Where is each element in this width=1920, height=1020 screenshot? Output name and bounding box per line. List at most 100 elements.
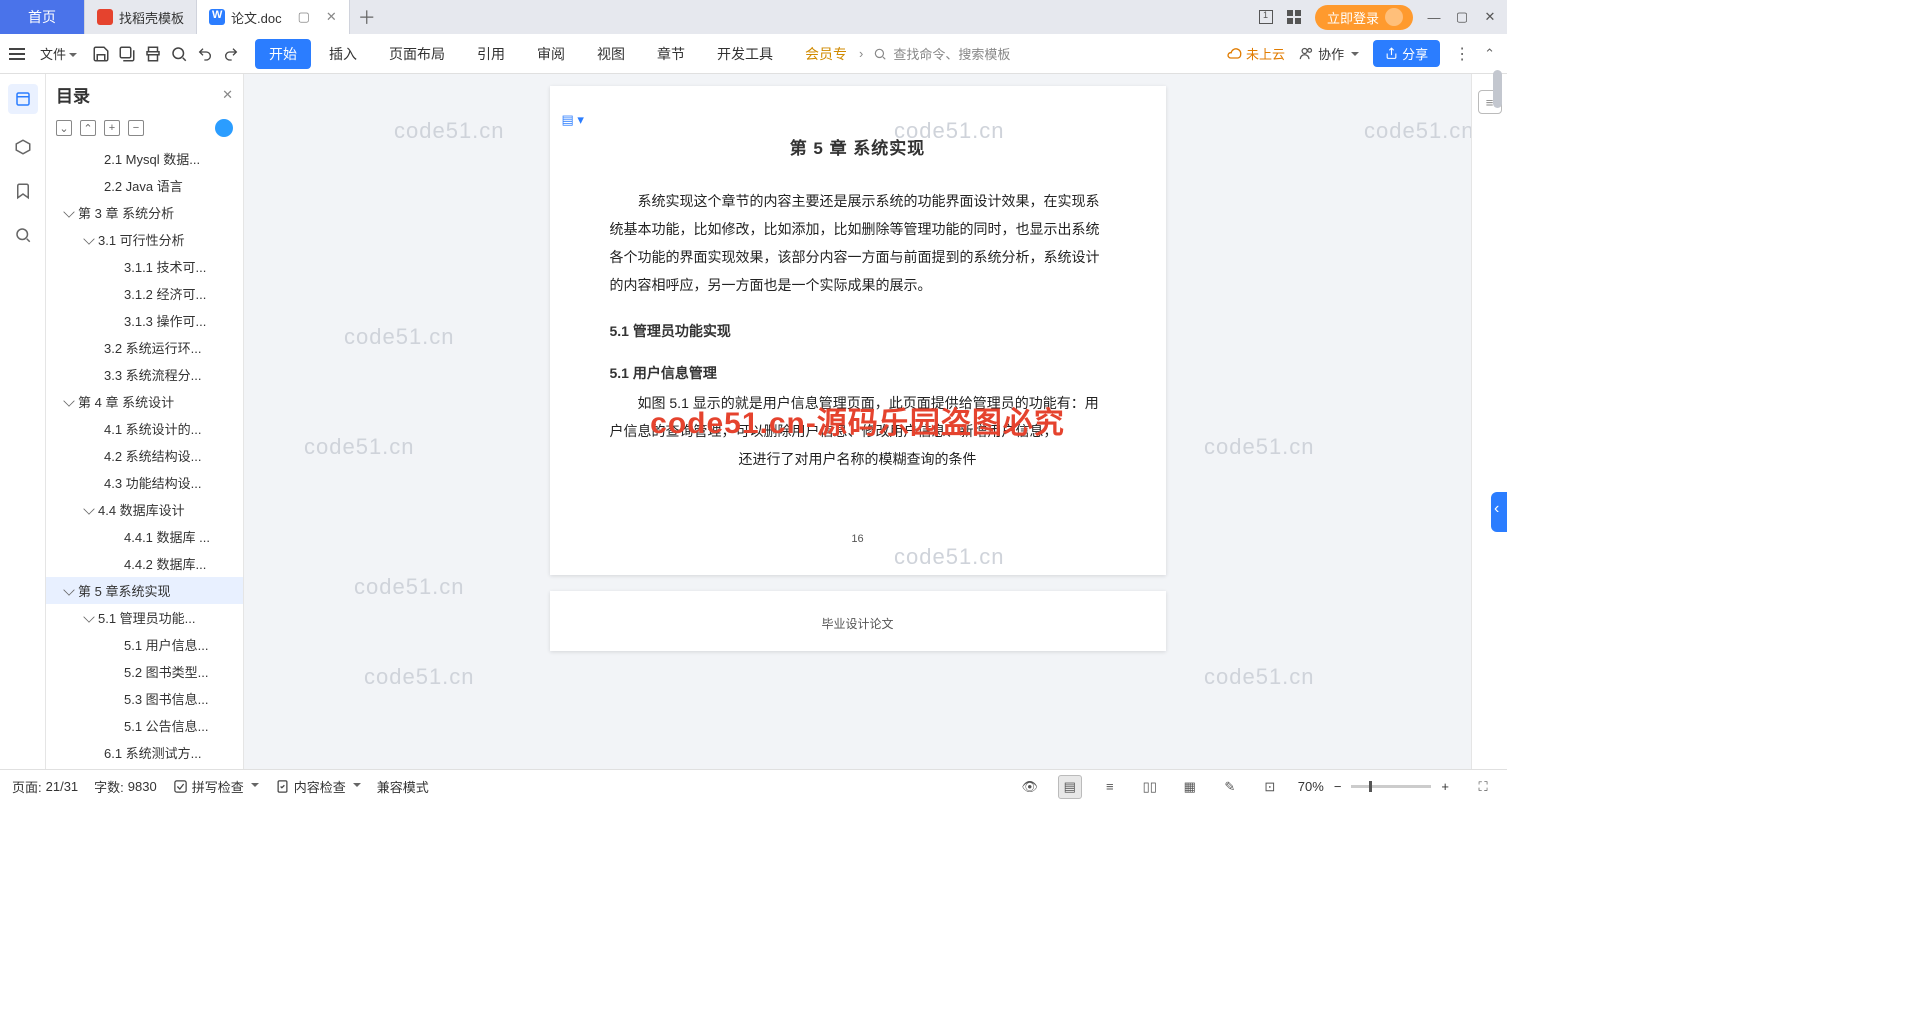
ribbon-tab-6[interactable]: 章节 <box>643 39 699 69</box>
word-count[interactable]: 字数: 9830 <box>94 777 157 796</box>
remove-level-icon[interactable]: − <box>128 120 144 136</box>
print-icon[interactable] <box>141 42 165 66</box>
presentation-mode-icon[interactable]: ▢ <box>298 9 310 25</box>
find-icon[interactable] <box>12 224 34 246</box>
save-icon[interactable] <box>89 42 113 66</box>
ribbon-tab-3[interactable]: 引用 <box>463 39 519 69</box>
side-panel-handle[interactable] <box>1491 492 1507 532</box>
outline-item[interactable]: 5.1 公告信息... <box>46 712 243 739</box>
command-search[interactable]: 查找命令、搜索模板 <box>873 44 1010 63</box>
web-view-icon[interactable]: ▦ <box>1178 775 1202 799</box>
new-tab-button[interactable]: ＋ <box>350 0 384 34</box>
print-preview-icon[interactable] <box>167 42 191 66</box>
tab-document[interactable]: 论文.doc ▢ ✕ <box>197 0 350 34</box>
outline-item[interactable]: 第 3 章 系统分析 <box>46 199 243 226</box>
chevron-down-icon[interactable] <box>63 206 74 217</box>
close-window-icon[interactable]: ✕ <box>1483 10 1497 24</box>
outline-item[interactable]: 5.3 图书信息... <box>46 685 243 712</box>
content-check-button[interactable]: 内容检查 <box>275 777 361 796</box>
file-menu[interactable]: 文件 <box>30 44 87 63</box>
focus-mode-icon[interactable]: 👁 <box>1018 775 1042 799</box>
page-indicator[interactable]: 页面: 21/31 <box>12 777 78 796</box>
chevron-down-icon[interactable] <box>83 233 94 244</box>
tab-home[interactable]: 首页 <box>0 0 85 34</box>
close-outline-icon[interactable]: ✕ <box>222 87 233 103</box>
more-icon[interactable]: ⋮ <box>1454 44 1470 64</box>
outline-item[interactable]: 3.1.1 技术可... <box>46 253 243 280</box>
minimize-icon[interactable]: — <box>1427 10 1441 24</box>
outline-item[interactable]: 4.3 功能结构设... <box>46 469 243 496</box>
redo-icon[interactable] <box>219 42 243 66</box>
ribbon-tab-5[interactable]: 视图 <box>583 39 639 69</box>
cloud-sync-button[interactable]: 未上云 <box>1226 44 1285 63</box>
outline-item-label: 5.1 公告信息... <box>124 719 209 734</box>
chevron-down-icon[interactable] <box>83 611 94 622</box>
tab-templates[interactable]: 找稻壳模板 <box>85 0 197 34</box>
outline-item[interactable]: 3.1.2 经济可... <box>46 280 243 307</box>
scrollbar-thumb[interactable] <box>1493 70 1502 108</box>
outline-item[interactable]: 6.1 系统测试方... <box>46 739 243 766</box>
chapter-title: 第 5 章 系统实现 <box>610 134 1106 159</box>
comment-icon[interactable]: ✎ <box>1218 775 1242 799</box>
outline-item[interactable]: 3.3 系统流程分... <box>46 361 243 388</box>
outline-item[interactable]: 2.2 Java 语言 <box>46 172 243 199</box>
add-level-icon[interactable]: + <box>104 120 120 136</box>
fullscreen-icon[interactable]: ⛶ <box>1471 775 1495 799</box>
outline-view-icon[interactable]: ≡ <box>1098 775 1122 799</box>
outline-panel: 目录 ✕ ⌄ ⌃ + − 2.1 Mysql 数据...2.2 Java 语言第… <box>46 74 244 769</box>
outline-item[interactable]: 5.1 管理员功能... <box>46 604 243 631</box>
save-as-icon[interactable] <box>115 42 139 66</box>
outline-item[interactable]: 第 5 章系统实现 <box>46 577 243 604</box>
chevron-down-icon[interactable] <box>63 395 74 406</box>
outline-item-label: 3.1.2 经济可... <box>124 287 206 302</box>
outline-item[interactable]: 5.1 用户信息... <box>46 631 243 658</box>
paragraph: 系统实现这个章节的内容主要还是展示系统的功能界面设计效果，在实现系统基本功能，比… <box>610 187 1106 299</box>
ribbon-tab-2[interactable]: 页面布局 <box>375 39 459 69</box>
spellcheck-button[interactable]: 拼写检查 <box>173 777 259 796</box>
outline-item[interactable]: 4.4 数据库设计 <box>46 496 243 523</box>
chevron-down-icon[interactable] <box>63 584 74 595</box>
chevron-down-icon[interactable] <box>83 503 94 514</box>
menu-icon[interactable] <box>6 48 28 60</box>
reading-view-icon[interactable]: ▯▯ <box>1138 775 1162 799</box>
outline-item[interactable]: 4.4.2 数据库... <box>46 550 243 577</box>
search-icon <box>873 47 887 61</box>
maximize-icon[interactable]: ▢ <box>1455 10 1469 24</box>
outline-panel-icon[interactable] <box>8 84 38 114</box>
outline-item-label: 5.3 图书信息... <box>124 692 209 707</box>
split-view-icon[interactable]: 1 <box>1259 10 1273 24</box>
expand-all-icon[interactable]: ⌃ <box>80 120 96 136</box>
login-button[interactable]: 立即登录 <box>1315 5 1413 30</box>
outline-item[interactable]: 4.4.1 数据库 ... <box>46 523 243 550</box>
outline-item[interactable]: 第 4 章 系统设计 <box>46 388 243 415</box>
collab-button[interactable]: 协作 <box>1299 44 1359 63</box>
outline-item[interactable]: 3.1.3 操作可... <box>46 307 243 334</box>
undo-icon[interactable] <box>193 42 217 66</box>
collapse-ribbon-icon[interactable]: ⌃ <box>1484 46 1495 62</box>
ribbon-tab-1[interactable]: 插入 <box>315 39 371 69</box>
outline-item[interactable]: 2.1 Mysql 数据... <box>46 145 243 172</box>
page-view-icon[interactable]: ▤ <box>1058 775 1082 799</box>
zoom-control[interactable]: 70%−+ <box>1298 779 1455 794</box>
bookmark-icon[interactable] <box>12 180 34 202</box>
box-icon[interactable] <box>12 136 34 158</box>
outline-item[interactable]: 4.2 系统结构设... <box>46 442 243 469</box>
share-icon <box>1385 47 1398 60</box>
zoom-fit-icon[interactable]: ⊡ <box>1258 775 1282 799</box>
ribbon-tab-0[interactable]: 开始 <box>255 39 311 69</box>
outline-item[interactable]: 4.1 系统设计的... <box>46 415 243 442</box>
outline-item[interactable]: 3.2 系统运行环... <box>46 334 243 361</box>
outline-item[interactable]: 5.2 图书类型... <box>46 658 243 685</box>
outline-item[interactable]: 3.1 可行性分析 <box>46 226 243 253</box>
vertical-scrollbar[interactable] <box>1493 70 1502 763</box>
doc-check-icon <box>275 779 290 794</box>
ribbon-tab-4[interactable]: 审阅 <box>523 39 579 69</box>
app-grid-icon[interactable] <box>1287 10 1301 24</box>
page-tool-icon[interactable]: ▤ ▾ <box>562 112 584 128</box>
ribbon-tab-7[interactable]: 开发工具 <box>703 39 787 69</box>
close-tab-icon[interactable]: ✕ <box>326 9 337 25</box>
outline-options-icon[interactable] <box>215 119 233 137</box>
ribbon-tab-8[interactable]: 会员专 <box>791 39 861 69</box>
collapse-all-icon[interactable]: ⌄ <box>56 120 72 136</box>
share-button[interactable]: 分享 <box>1373 40 1440 67</box>
